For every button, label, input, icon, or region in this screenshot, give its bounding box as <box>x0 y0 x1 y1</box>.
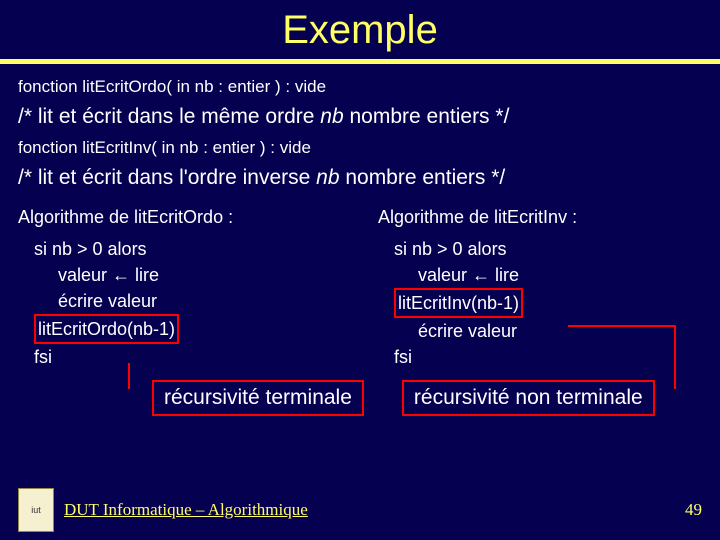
fn2-signature: fonction litEcritInv( in nb : entier ) :… <box>18 137 702 160</box>
right-l2: valeur ← lire <box>394 262 519 288</box>
left-l3: écrire valeur <box>34 288 157 314</box>
label-row: récursivité terminale récursivité non te… <box>18 380 702 416</box>
right-label: récursivité non terminale <box>402 380 655 416</box>
fn1-signature: fonction litEcritOrdo( in nb : entier ) … <box>18 76 702 99</box>
desc2-nb: nb <box>316 166 339 189</box>
columns: Algorithme de litEcritOrdo : si nb > 0 a… <box>18 207 702 370</box>
page-number: 49 <box>685 500 702 520</box>
footer-left: iut DUT Informatique – Algorithmique <box>18 488 308 532</box>
desc1-nb: nb <box>320 105 343 128</box>
desc2-text: lit et écrit dans l'ordre inverse <box>38 166 316 189</box>
desc2-pre: /* <box>18 166 38 189</box>
right-l3-box: litEcritInv(nb-1) <box>394 288 523 318</box>
left-l4-box: litEcritOrdo(nb-1) <box>34 314 179 344</box>
right-head: Algorithme de litEcritInv : <box>378 207 702 228</box>
right-column: Algorithme de litEcritInv : si nb > 0 al… <box>378 207 702 370</box>
right-l4: écrire valeur <box>394 318 517 344</box>
right-l1: si nb > 0 alors <box>394 236 702 262</box>
footer: iut DUT Informatique – Algorithmique 49 <box>0 488 720 532</box>
desc1-end: */ <box>495 105 509 128</box>
footer-text: DUT Informatique – Algorithmique <box>64 500 308 520</box>
left-connector-v <box>128 363 130 389</box>
left-l1: si nb > 0 alors <box>34 236 342 262</box>
logo-icon: iut <box>18 488 54 532</box>
right-body: si nb > 0 alors valeur ← lire litEcritIn… <box>378 236 702 370</box>
right-connector-v <box>674 325 676 389</box>
left-body: si nb > 0 alors valeur ← lire écrire val… <box>18 236 342 370</box>
left-column: Algorithme de litEcritOrdo : si nb > 0 a… <box>18 207 342 370</box>
left-l5: fsi <box>34 344 342 370</box>
desc2-end: */ <box>491 166 505 189</box>
desc2-post: nombre entiers <box>340 166 492 189</box>
left-label: récursivité terminale <box>152 380 364 416</box>
slide-title: Exemple <box>0 0 720 59</box>
content-area: fonction litEcritOrdo( in nb : entier ) … <box>0 76 720 416</box>
desc1-text: lit et écrit dans le même ordre <box>38 105 320 128</box>
fn1-desc: /* lit et écrit dans le même ordre nb no… <box>18 103 702 131</box>
left-l2: valeur ← lire <box>34 262 159 288</box>
fn2-desc: /* lit et écrit dans l'ordre inverse nb … <box>18 164 702 192</box>
left-head: Algorithme de litEcritOrdo : <box>18 207 342 228</box>
desc1-post: nombre entiers <box>344 105 496 128</box>
right-connector-h <box>568 325 676 327</box>
title-rule <box>0 59 720 64</box>
desc1-pre: /* <box>18 105 38 128</box>
right-l5: fsi <box>394 344 702 370</box>
